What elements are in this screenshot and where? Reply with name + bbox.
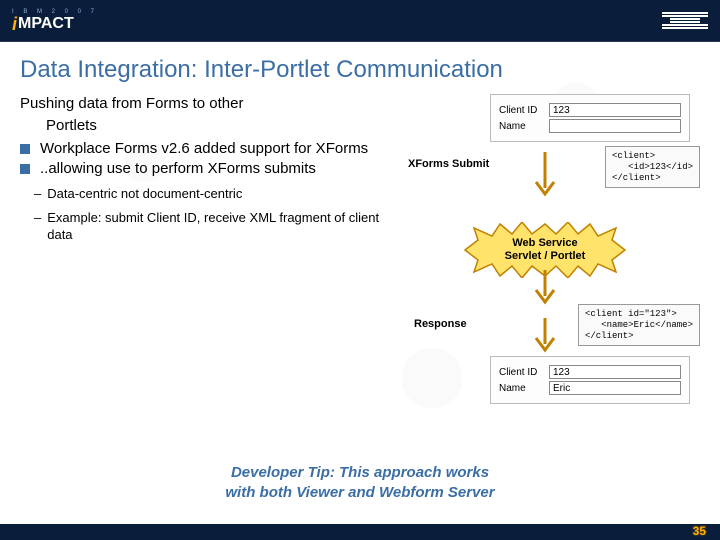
bullet-1-text: Workplace Forms v2.6 added support for X… (40, 139, 380, 159)
name-input[interactable]: Eric (549, 381, 681, 395)
event-name: iIMPACTMPACT (12, 15, 98, 33)
slide-content: Pushing data from Forms to other Portlet… (0, 94, 720, 244)
slide-footer (0, 524, 720, 540)
response-label: Response (414, 318, 467, 330)
xml-response-box: <client id="123"> <name>Eric</name> </cl… (578, 304, 700, 346)
client-id-input[interactable]: 123 (549, 103, 681, 117)
name-input[interactable] (549, 119, 681, 133)
page-number: 35 (693, 524, 706, 538)
square-bullet-icon (20, 164, 30, 174)
form-portlet-top: Client ID 123 Name (490, 94, 690, 142)
dash-icon: – (34, 209, 41, 244)
lead-line: Pushing data from Forms to other (20, 94, 380, 114)
client-id-label: Client ID (499, 367, 541, 378)
sub-bullet-2-text: Example: submit Client ID, receive XML f… (47, 209, 380, 244)
name-label: Name (499, 121, 541, 132)
square-bullet-icon (20, 144, 30, 154)
bullet-2-text: ..allowing use to perform XForms submits (40, 159, 380, 179)
developer-tip: Developer Tip: This approach works with … (0, 463, 720, 502)
client-id-input[interactable]: 123 (549, 365, 681, 379)
field-name: Name (499, 119, 681, 133)
slide-header: I B M 2 0 0 7 iIMPACTMPACT (0, 0, 720, 42)
arrow-down-icon (532, 268, 558, 308)
bullet-1: Workplace Forms v2.6 added support for X… (20, 139, 380, 159)
client-id-label: Client ID (499, 105, 541, 116)
sub-bullet-1-text: Data-centric not document-centric (47, 185, 242, 203)
starburst-line1: Web Service (512, 237, 577, 250)
body-text: Pushing data from Forms to other Portlet… (20, 94, 390, 244)
xml-request-box: <client> <id>123</id> </client> (605, 146, 700, 188)
ibm-logo (662, 12, 708, 29)
bullet-2: ..allowing use to perform XForms submits (20, 159, 380, 179)
field-client-id: Client ID 123 (499, 365, 681, 379)
field-client-id: Client ID 123 (499, 103, 681, 117)
lead-cont: Portlets (20, 116, 380, 136)
arrow-down-icon (532, 150, 558, 200)
field-name: Name Eric (499, 381, 681, 395)
arrow-down-icon (532, 316, 558, 356)
impact-logo: I B M 2 0 0 7 iIMPACTMPACT (12, 9, 98, 33)
sub-bullet-1: – Data-centric not document-centric (20, 185, 380, 203)
slide-title: Data Integration: Inter-Portlet Communic… (0, 42, 720, 94)
devtip-line2: with both Viewer and Webform Server (0, 483, 720, 503)
devtip-line1: Developer Tip: This approach works (0, 463, 720, 483)
form-portlet-bottom: Client ID 123 Name Eric (490, 356, 690, 404)
dash-icon: – (34, 185, 41, 203)
sub-bullet-2: – Example: submit Client ID, receive XML… (20, 209, 380, 244)
starburst-line2: Servlet / Portlet (505, 250, 586, 263)
name-label: Name (499, 383, 541, 394)
xforms-submit-label: XForms Submit (408, 158, 489, 170)
diagram: Client ID 123 Name XForms Submit <client… (390, 94, 700, 244)
